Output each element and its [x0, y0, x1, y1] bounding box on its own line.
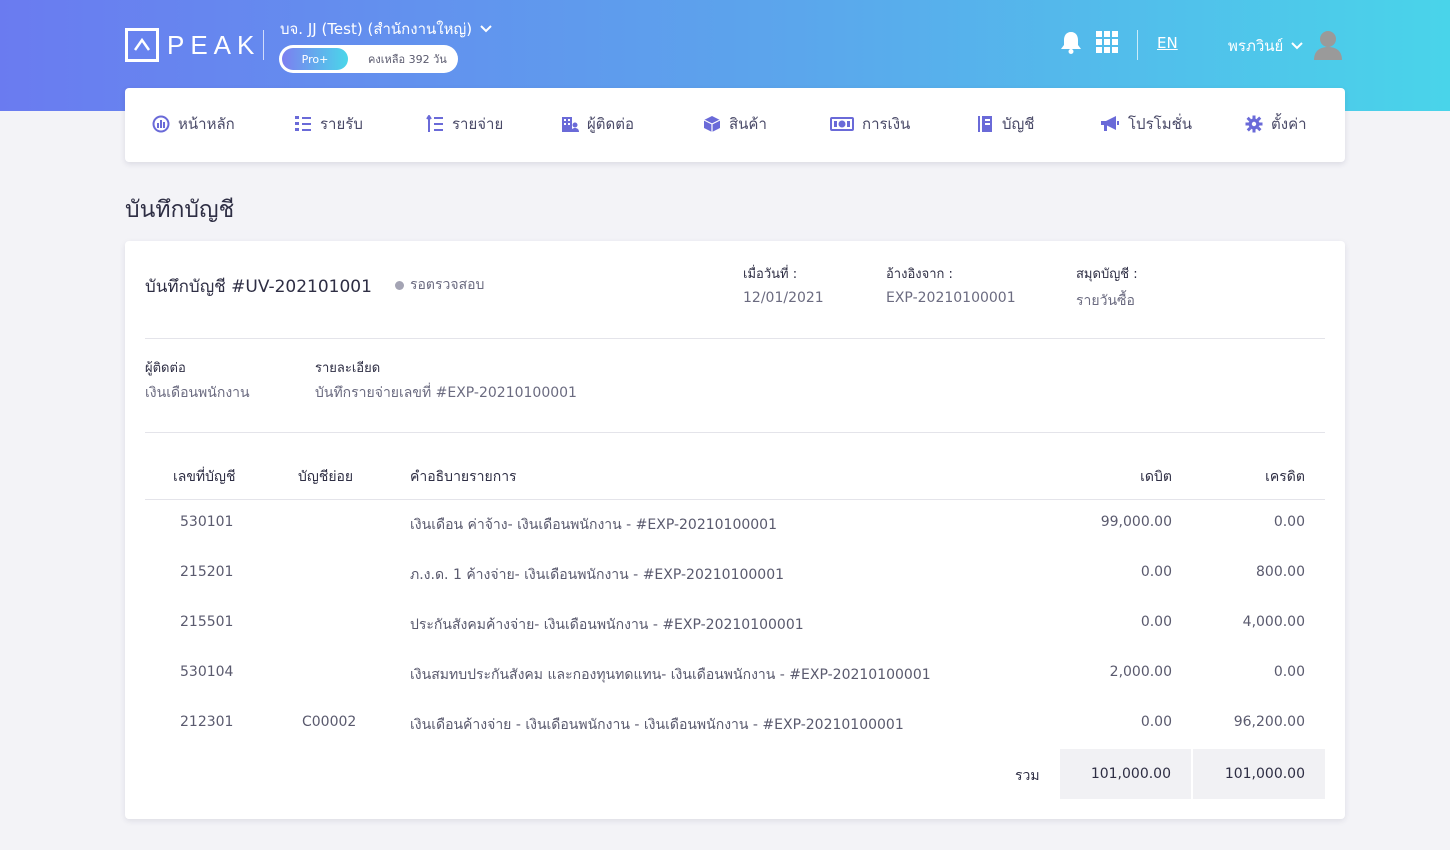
description: ภ.ง.ด. 1 ค้างจ่าย- เงินเดือนพนักงาน - #E…: [410, 567, 785, 583]
debit: 2,000.00: [1109, 664, 1172, 680]
col-header-debit: เดบิต: [1140, 469, 1172, 485]
contacts-icon: [562, 117, 579, 132]
description: เงินเดือนค้างจ่าย - เงินเดือนพนักงาน - เ…: [410, 717, 904, 733]
nav-item-contacts[interactable]: ผู้ติดต่อ: [561, 112, 634, 136]
credit: 800.00: [1256, 564, 1305, 580]
header-divider: [263, 30, 264, 60]
account-no: 215201: [180, 564, 234, 580]
credit: 0.00: [1273, 664, 1305, 680]
status-badge: รอตรวจสอบ: [395, 274, 484, 296]
reference-label: อ้างอิงจาก :: [886, 267, 953, 282]
notification-bell-icon[interactable]: [1060, 30, 1082, 58]
money-icon: [830, 117, 854, 131]
plan-badge: Pro+: [282, 48, 348, 70]
user-avatar-icon[interactable]: [1313, 28, 1343, 64]
nav-label: โปรโมชั่น: [1128, 115, 1193, 133]
company-selector[interactable]: บจ. JJ (Test) (สำนักงานใหญ่): [280, 17, 492, 41]
col-header-credit: เครดิต: [1265, 469, 1305, 485]
voucher-reference: อ้างอิงจาก : EXP-20210100001: [886, 263, 1016, 306]
main-nav: หน้าหลัก รายรับ รายจ่าย ผู้ติดต่อ สินค้า…: [125, 88, 1345, 162]
col-header-sub-account: บัญชีย่อย: [298, 469, 354, 485]
chevron-down-icon: [480, 25, 492, 33]
credit: 4,000.00: [1242, 614, 1305, 630]
income-list-icon: [295, 116, 311, 131]
nav-label: ผู้ติดต่อ: [587, 115, 635, 133]
debit: 0.00: [1140, 714, 1172, 730]
section-divider: [145, 338, 1325, 339]
debit: 99,000.00: [1100, 514, 1172, 530]
journal-label: สมุดบัญชี :: [1076, 267, 1138, 282]
voucher-date: เมื่อวันที่ : 12/01/2021: [743, 263, 824, 306]
nav-item-dashboard[interactable]: หน้าหลัก: [152, 112, 235, 136]
credit: 0.00: [1273, 514, 1305, 530]
date-label: เมื่อวันที่ :: [743, 267, 798, 282]
megaphone-icon: [1101, 116, 1119, 131]
status-text: รอตรวจสอบ: [410, 277, 485, 293]
nav-label: ตั้งค่า: [1271, 115, 1307, 133]
reference-value[interactable]: EXP-20210100001: [886, 290, 1016, 306]
nav-label: รายรับ: [320, 115, 363, 133]
nav-item-promotions[interactable]: โปรโมชั่น: [1100, 112, 1192, 136]
gear-icon: [1245, 115, 1263, 133]
voucher-journal: สมุดบัญชี : รายวันซื้อ: [1076, 263, 1138, 312]
nav-label: สินค้า: [729, 115, 767, 133]
expense-list-icon: [426, 115, 443, 132]
voucher-contact: ผู้ติดต่อ เงินเดือนพนักงาน: [145, 357, 250, 404]
nav-label: รายจ่าย: [452, 115, 504, 133]
chevron-down-icon: [1291, 42, 1304, 50]
total-debit: 101,000.00: [1060, 749, 1191, 799]
detail-value: บันทึกรายจ่ายเลขที่ #EXP-20210100001: [315, 385, 577, 401]
date-value: 12/01/2021: [743, 290, 824, 306]
nav-item-settings[interactable]: ตั้งค่า: [1245, 112, 1307, 136]
debit: 0.00: [1140, 564, 1172, 580]
user-name: พรภวินย์: [1228, 37, 1284, 55]
dashboard-icon: [152, 115, 170, 133]
col-header-account-no: เลขที่บัญชี: [173, 469, 236, 485]
logo-mark-icon: [125, 28, 159, 62]
total-label: รวม: [1015, 768, 1040, 784]
voucher-title: บันทึกบัญชี #UV-202101001: [145, 277, 372, 297]
account-no: 212301: [180, 714, 234, 730]
table-header-divider: [145, 499, 1325, 500]
account-no: 530104: [180, 664, 234, 680]
credit: 96,200.00: [1233, 714, 1305, 730]
description: เงินเดือน ค่าจ้าง- เงินเดือนพนักงาน - #E…: [410, 517, 778, 533]
nav-label: การเงิน: [862, 115, 911, 133]
logo-text: PEAK: [167, 29, 261, 60]
apps-grid-icon[interactable]: [1096, 31, 1118, 57]
nav-label: หน้าหลัก: [178, 115, 235, 133]
header-divider: [1137, 30, 1138, 60]
product-box-icon: [703, 116, 721, 132]
nav-item-finance[interactable]: การเงิน: [830, 112, 910, 136]
ledger-book-icon: [978, 116, 992, 132]
nav-item-products[interactable]: สินค้า: [703, 112, 767, 136]
nav-label: บัญชี: [1002, 115, 1035, 133]
user-menu[interactable]: พรภวินย์: [1228, 34, 1304, 58]
contact-value: เงินเดือนพนักงาน: [145, 385, 250, 401]
plan-remaining: คงเหลือ 392 วัน: [368, 53, 447, 66]
nav-item-expense[interactable]: รายจ่าย: [426, 112, 503, 136]
status-dot: [395, 280, 404, 290]
voucher-detail: รายละเอียด บันทึกรายจ่ายเลขที่ #EXP-2021…: [315, 357, 577, 404]
peak-logo[interactable]: PEAK: [125, 28, 260, 62]
page-title: บันทึกบัญชี: [125, 197, 235, 223]
debit: 0.00: [1140, 614, 1172, 630]
description: เงินสมทบประกันสังคม และกองทุนทดแทน- เงิน…: [410, 667, 931, 683]
section-divider: [145, 432, 1325, 433]
plan-status[interactable]: Pro+ คงเหลือ 392 วัน: [279, 45, 458, 73]
nav-item-income[interactable]: รายรับ: [294, 112, 363, 136]
description: ประกันสังคมค้างจ่าย- เงินเดือนพนักงาน - …: [410, 617, 804, 633]
journal-value: รายวันซื้อ: [1076, 293, 1135, 309]
detail-label: รายละเอียด: [315, 361, 381, 376]
total-credit: 101,000.00: [1193, 749, 1325, 799]
account-no: 215501: [180, 614, 234, 630]
nav-item-accounting[interactable]: บัญชี: [976, 112, 1034, 136]
journal-voucher-card: บันทึกบัญชี #UV-202101001 รอตรวจสอบ เมื่…: [125, 241, 1345, 819]
sub-account: C00002: [302, 714, 357, 730]
language-switch[interactable]: EN: [1157, 34, 1178, 52]
contact-label: ผู้ติดต่อ: [145, 361, 186, 376]
company-name: บจ. JJ (Test) (สำนักงานใหญ่): [280, 20, 473, 38]
col-header-description: คำอธิบายรายการ: [410, 469, 517, 485]
account-no: 530101: [180, 514, 234, 530]
